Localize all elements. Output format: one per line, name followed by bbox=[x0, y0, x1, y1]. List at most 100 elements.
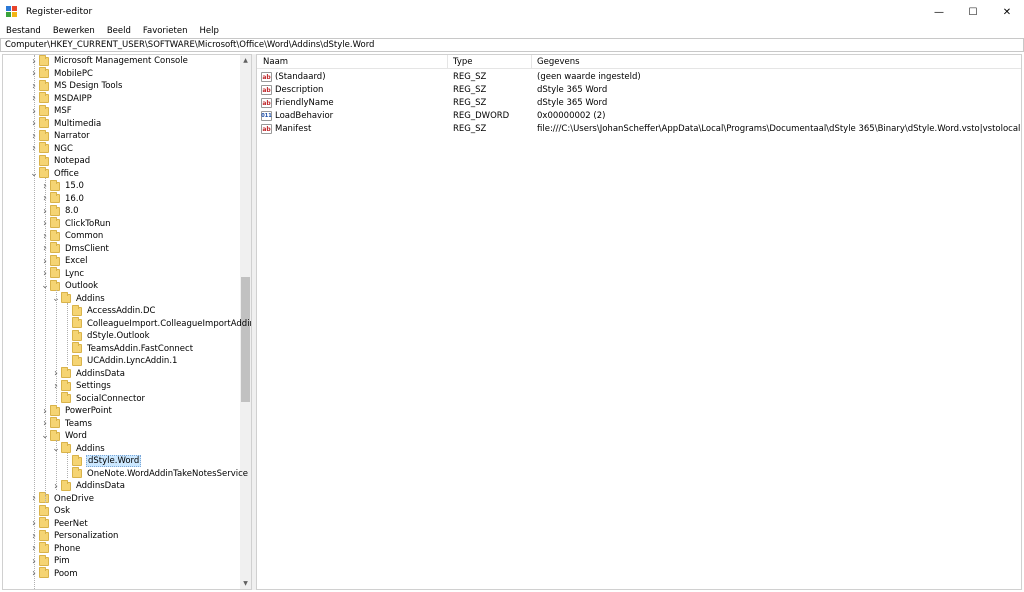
value-list[interactable]: Naam Type Gegevens ab (Standaard) REG_SZ (g… bbox=[256, 54, 1022, 590]
folder-icon bbox=[72, 329, 82, 341]
tree-guide-line bbox=[67, 302, 68, 365]
tree-node[interactable]: › 15.0 bbox=[40, 179, 85, 193]
tree-node[interactable]: › Narrator bbox=[29, 129, 91, 143]
tree-node-label: OneDrive bbox=[54, 493, 94, 504]
tree-node-label: Outlook bbox=[65, 281, 99, 292]
column-separator[interactable] bbox=[447, 55, 448, 69]
tree-node[interactable]: › Multimedia bbox=[29, 117, 102, 131]
tree-node[interactable]: › Common bbox=[40, 229, 104, 243]
tree-node-label: DmsClient bbox=[65, 243, 109, 254]
folder-icon bbox=[72, 342, 82, 354]
column-header-type[interactable]: Type bbox=[453, 57, 473, 67]
tree-node[interactable]: › DmsClient bbox=[40, 242, 110, 256]
string-value-icon: ab bbox=[261, 98, 272, 108]
tree-node[interactable]: › MSF bbox=[29, 104, 73, 118]
menu-favorieten[interactable]: Favorieten bbox=[137, 26, 194, 36]
tree-node[interactable]: › Poom bbox=[29, 567, 79, 581]
tree-node-label: ClickToRun bbox=[65, 218, 111, 229]
tree-node[interactable]: › MobilePC bbox=[29, 67, 94, 81]
tree-node[interactable]: dStyle.Outlook bbox=[62, 329, 151, 343]
close-button[interactable]: ✕ bbox=[990, 0, 1024, 24]
folder-icon bbox=[61, 367, 71, 379]
folder-icon bbox=[72, 467, 82, 479]
tree-node[interactable]: › Excel bbox=[40, 254, 89, 268]
menu-bestand[interactable]: Bestand bbox=[0, 26, 47, 36]
column-separator[interactable] bbox=[531, 55, 532, 69]
folder-icon bbox=[39, 129, 49, 141]
key-tree[interactable]: ▲ ▼ › Microsoft Management Console › Mobile… bbox=[2, 54, 252, 590]
folder-icon bbox=[50, 179, 60, 191]
value-row[interactable]: ab Manifest REG_SZ file:///C:\Users\JohanSc… bbox=[257, 123, 1021, 136]
tree-node[interactable]: Osk bbox=[29, 504, 71, 518]
tree-node[interactable]: › NGC bbox=[29, 142, 74, 156]
tree-node[interactable]: ⌄ Office bbox=[29, 167, 80, 181]
tree-node[interactable]: ⌄ Word bbox=[40, 429, 88, 443]
tree-node[interactable]: TeamsAddin.FastConnect bbox=[62, 342, 194, 356]
tree-node[interactable]: ⌄ Addins bbox=[51, 442, 106, 456]
menu-help[interactable]: Help bbox=[193, 26, 224, 36]
value-row[interactable]: ab Description REG_SZ dStyle 365 Word bbox=[257, 84, 1021, 97]
tree-node[interactable]: › PeerNet bbox=[29, 517, 89, 531]
tree-node[interactable]: UCAddin.LyncAddin.1 bbox=[62, 354, 178, 368]
tree-node[interactable]: › Pim bbox=[29, 554, 71, 568]
value-row[interactable]: ab (Standaard) REG_SZ (geen waarde ingestel… bbox=[257, 71, 1021, 84]
value-row[interactable]: 011 LoadBehavior REG_DWORD 0x00000002 (2) bbox=[257, 110, 1021, 123]
tree-node[interactable]: › Personalization bbox=[29, 529, 119, 543]
tree-node[interactable]: › Microsoft Management Console bbox=[29, 55, 189, 68]
value-name: FriendlyName bbox=[275, 98, 334, 108]
menu-beeld[interactable]: Beeld bbox=[101, 26, 137, 36]
tree-node[interactable]: AccessAddin.DC bbox=[62, 304, 157, 318]
tree-node[interactable]: › OneDrive bbox=[29, 492, 95, 506]
tree-node[interactable]: › ClickToRun bbox=[40, 217, 112, 231]
tree-node[interactable]: › Phone bbox=[29, 542, 81, 556]
value-row[interactable]: ab FriendlyName REG_SZ dStyle 365 Word bbox=[257, 97, 1021, 110]
tree-node[interactable]: Notepad bbox=[29, 154, 91, 168]
folder-icon bbox=[61, 379, 71, 391]
scroll-thumb[interactable] bbox=[241, 277, 250, 402]
tree-node-label: Personalization bbox=[54, 531, 119, 542]
folder-icon bbox=[39, 142, 49, 154]
folder-icon bbox=[39, 517, 49, 529]
value-name: Manifest bbox=[275, 124, 312, 134]
value-name: LoadBehavior bbox=[275, 111, 334, 121]
minimize-button[interactable]: — bbox=[922, 0, 956, 24]
tree-node[interactable]: › AddinsData bbox=[51, 479, 126, 493]
tree-node[interactable]: ⌄ Outlook bbox=[40, 279, 99, 293]
tree-node-label: Notepad bbox=[54, 156, 91, 167]
tree-node[interactable]: › AddinsData bbox=[51, 367, 126, 381]
tree-node-label: Lync bbox=[65, 268, 85, 279]
tree-node[interactable]: › PowerPoint bbox=[40, 404, 113, 418]
folder-icon bbox=[50, 254, 60, 266]
folder-icon bbox=[61, 479, 71, 491]
folder-icon bbox=[39, 167, 49, 179]
folder-icon bbox=[39, 492, 49, 504]
menu-bewerken[interactable]: Bewerken bbox=[47, 26, 101, 36]
tree-node[interactable]: › 16.0 bbox=[40, 192, 85, 206]
tree-node[interactable]: SocialConnector bbox=[51, 392, 146, 406]
tree-node[interactable]: OneNote.WordAddinTakeNotesService bbox=[62, 467, 249, 481]
tree-node[interactable]: › MSDAIPP bbox=[29, 92, 93, 106]
tree-node[interactable]: ⌄ Addins bbox=[51, 292, 106, 306]
tree-node[interactable]: › Lync bbox=[40, 267, 85, 281]
value-data: (geen waarde ingesteld) bbox=[537, 72, 641, 82]
folder-icon bbox=[39, 542, 49, 554]
tree-node-label: MobilePC bbox=[54, 68, 93, 79]
column-header-data[interactable]: Gegevens bbox=[537, 57, 580, 67]
close-icon: ✕ bbox=[1002, 6, 1012, 18]
tree-node[interactable]: › MS Design Tools bbox=[29, 79, 123, 93]
tree-node[interactable]: › Teams bbox=[40, 417, 93, 431]
value-type: REG_SZ bbox=[453, 72, 487, 82]
tree-node-label: 15.0 bbox=[65, 181, 84, 192]
scroll-up-icon[interactable]: ▲ bbox=[240, 55, 251, 66]
value-data: dStyle 365 Word bbox=[537, 85, 608, 95]
regedit-icon bbox=[6, 6, 18, 18]
maximize-button[interactable]: ☐ bbox=[956, 0, 990, 24]
address-bar[interactable]: Computer\HKEY_CURRENT_USER\SOFTWARE\Micr… bbox=[0, 38, 1024, 52]
folder-icon bbox=[39, 504, 49, 516]
tree-node[interactable]: ColleagueImport.ColleagueImportAddin bbox=[62, 317, 251, 331]
scroll-down-icon[interactable]: ▼ bbox=[240, 578, 251, 589]
value-type: REG_DWORD bbox=[453, 111, 510, 121]
column-header-name[interactable]: Naam bbox=[263, 57, 288, 67]
tree-node[interactable]: › Settings bbox=[51, 379, 112, 393]
tree-node[interactable]: dStyle.Word bbox=[62, 454, 142, 468]
